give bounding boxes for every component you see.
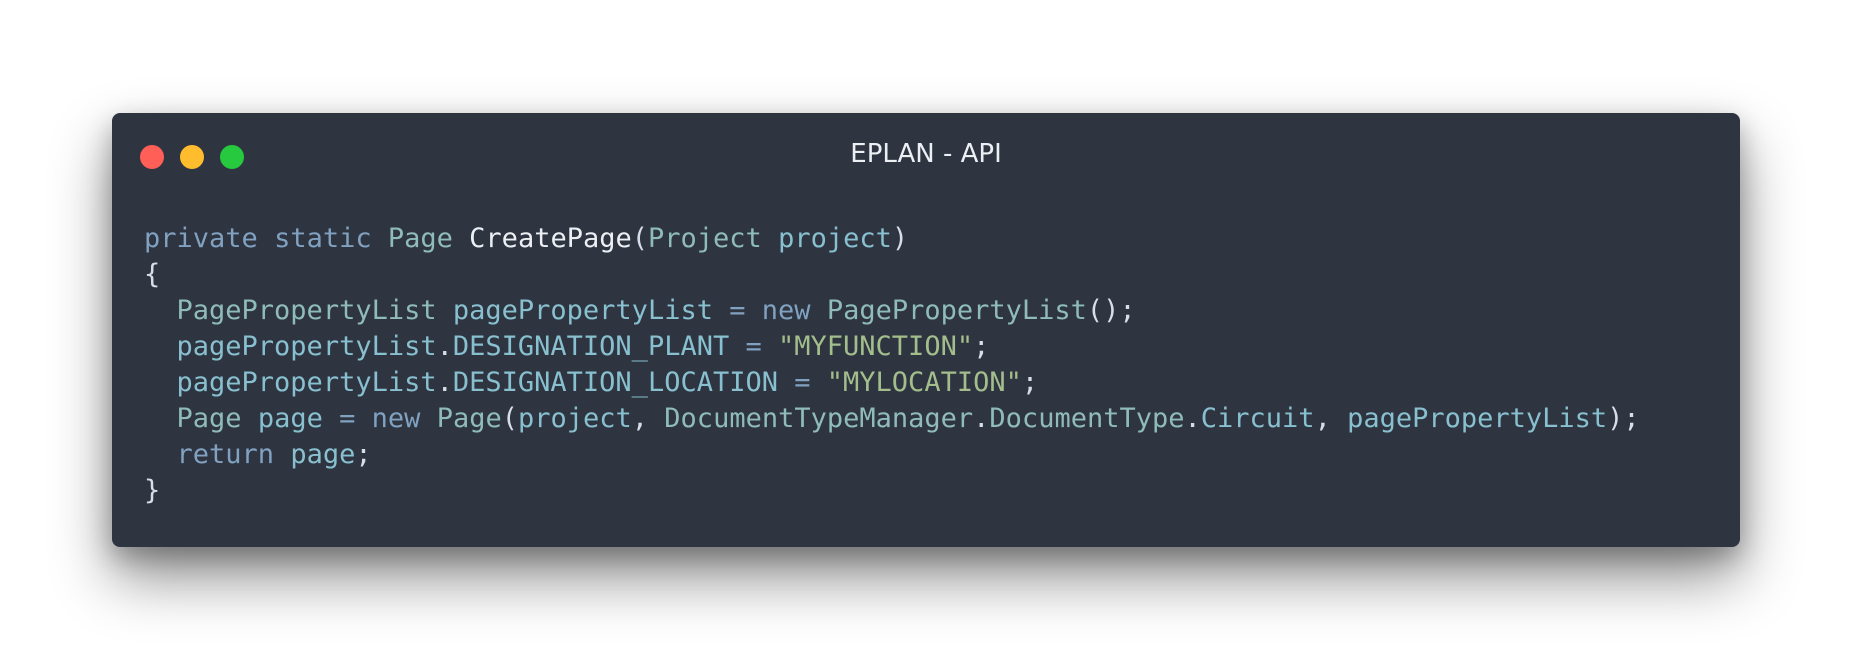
code-token: = — [745, 331, 762, 362]
code-line: } — [144, 473, 1640, 509]
code-token: . — [436, 331, 453, 362]
code-token: Page — [387, 223, 453, 254]
code-token: ( — [631, 223, 648, 254]
code-line: return page; — [144, 437, 1640, 473]
code-token: , — [631, 403, 665, 434]
code-token: ( — [501, 403, 518, 434]
code-token: pagePropertyList — [176, 367, 437, 398]
code-token: ; — [355, 439, 372, 470]
code-token: new — [761, 295, 811, 326]
code-token: DESIGNATION_LOCATION — [452, 367, 778, 398]
code-token: (); — [1086, 295, 1136, 326]
code-token: = — [729, 295, 746, 326]
code-token: pagePropertyList — [452, 295, 713, 326]
code-window: EPLAN - API private static Page CreatePa… — [112, 113, 1740, 547]
code-token: project — [778, 223, 892, 254]
code-token: Project — [648, 223, 762, 254]
code-token: private — [144, 223, 258, 254]
code-token: PagePropertyList — [176, 295, 437, 326]
code-token: . — [1184, 403, 1201, 434]
code-line: PagePropertyList pagePropertyList = new … — [144, 293, 1640, 329]
code-token: Page — [436, 403, 502, 434]
window-title: EPLAN - API — [850, 139, 1002, 169]
code-token: ) — [891, 223, 909, 254]
code-token: "MYLOCATION" — [826, 367, 1022, 398]
code-token: pagePropertyList — [176, 331, 437, 362]
code-token: , — [1314, 403, 1348, 434]
code-token: page — [257, 403, 323, 434]
code-token: = — [794, 367, 811, 398]
code-token: DocumentType — [989, 403, 1185, 434]
code-token: { — [144, 259, 161, 290]
code-token: ; — [1021, 367, 1039, 398]
code-token: new — [371, 403, 421, 434]
code-token: DocumentTypeManager — [664, 403, 974, 434]
code-block: private static Page CreatePage(Project p… — [144, 221, 1640, 509]
code-token: "MYFUNCTION" — [778, 331, 974, 362]
code-token: return — [176, 439, 275, 470]
code-token: Page — [176, 403, 242, 434]
code-token: } — [144, 475, 161, 506]
code-token: = — [339, 403, 356, 434]
code-line: Page page = new Page(project, DocumentTy… — [144, 401, 1640, 437]
code-token: CreatePage — [469, 223, 632, 254]
code-token: Circuit — [1200, 403, 1315, 434]
code-token: static — [274, 223, 372, 254]
code-line: { — [144, 257, 1640, 293]
code-line: private static Page CreatePage(Project p… — [144, 221, 1640, 257]
code-token: PagePropertyList — [826, 295, 1087, 326]
code-token: DESIGNATION_PLANT — [452, 331, 730, 362]
code-token: ; — [973, 331, 990, 362]
code-token: ); — [1607, 403, 1640, 434]
code-token: . — [436, 367, 453, 398]
title-bar: EPLAN - API — [112, 113, 1740, 197]
code-line: pagePropertyList.DESIGNATION_PLANT = "MY… — [144, 329, 1640, 365]
code-token: pagePropertyList — [1347, 403, 1608, 434]
code-line: pagePropertyList.DESIGNATION_LOCATION = … — [144, 365, 1640, 401]
code-token: page — [290, 439, 356, 470]
code-token: . — [973, 403, 990, 434]
code-token: project — [517, 403, 632, 434]
